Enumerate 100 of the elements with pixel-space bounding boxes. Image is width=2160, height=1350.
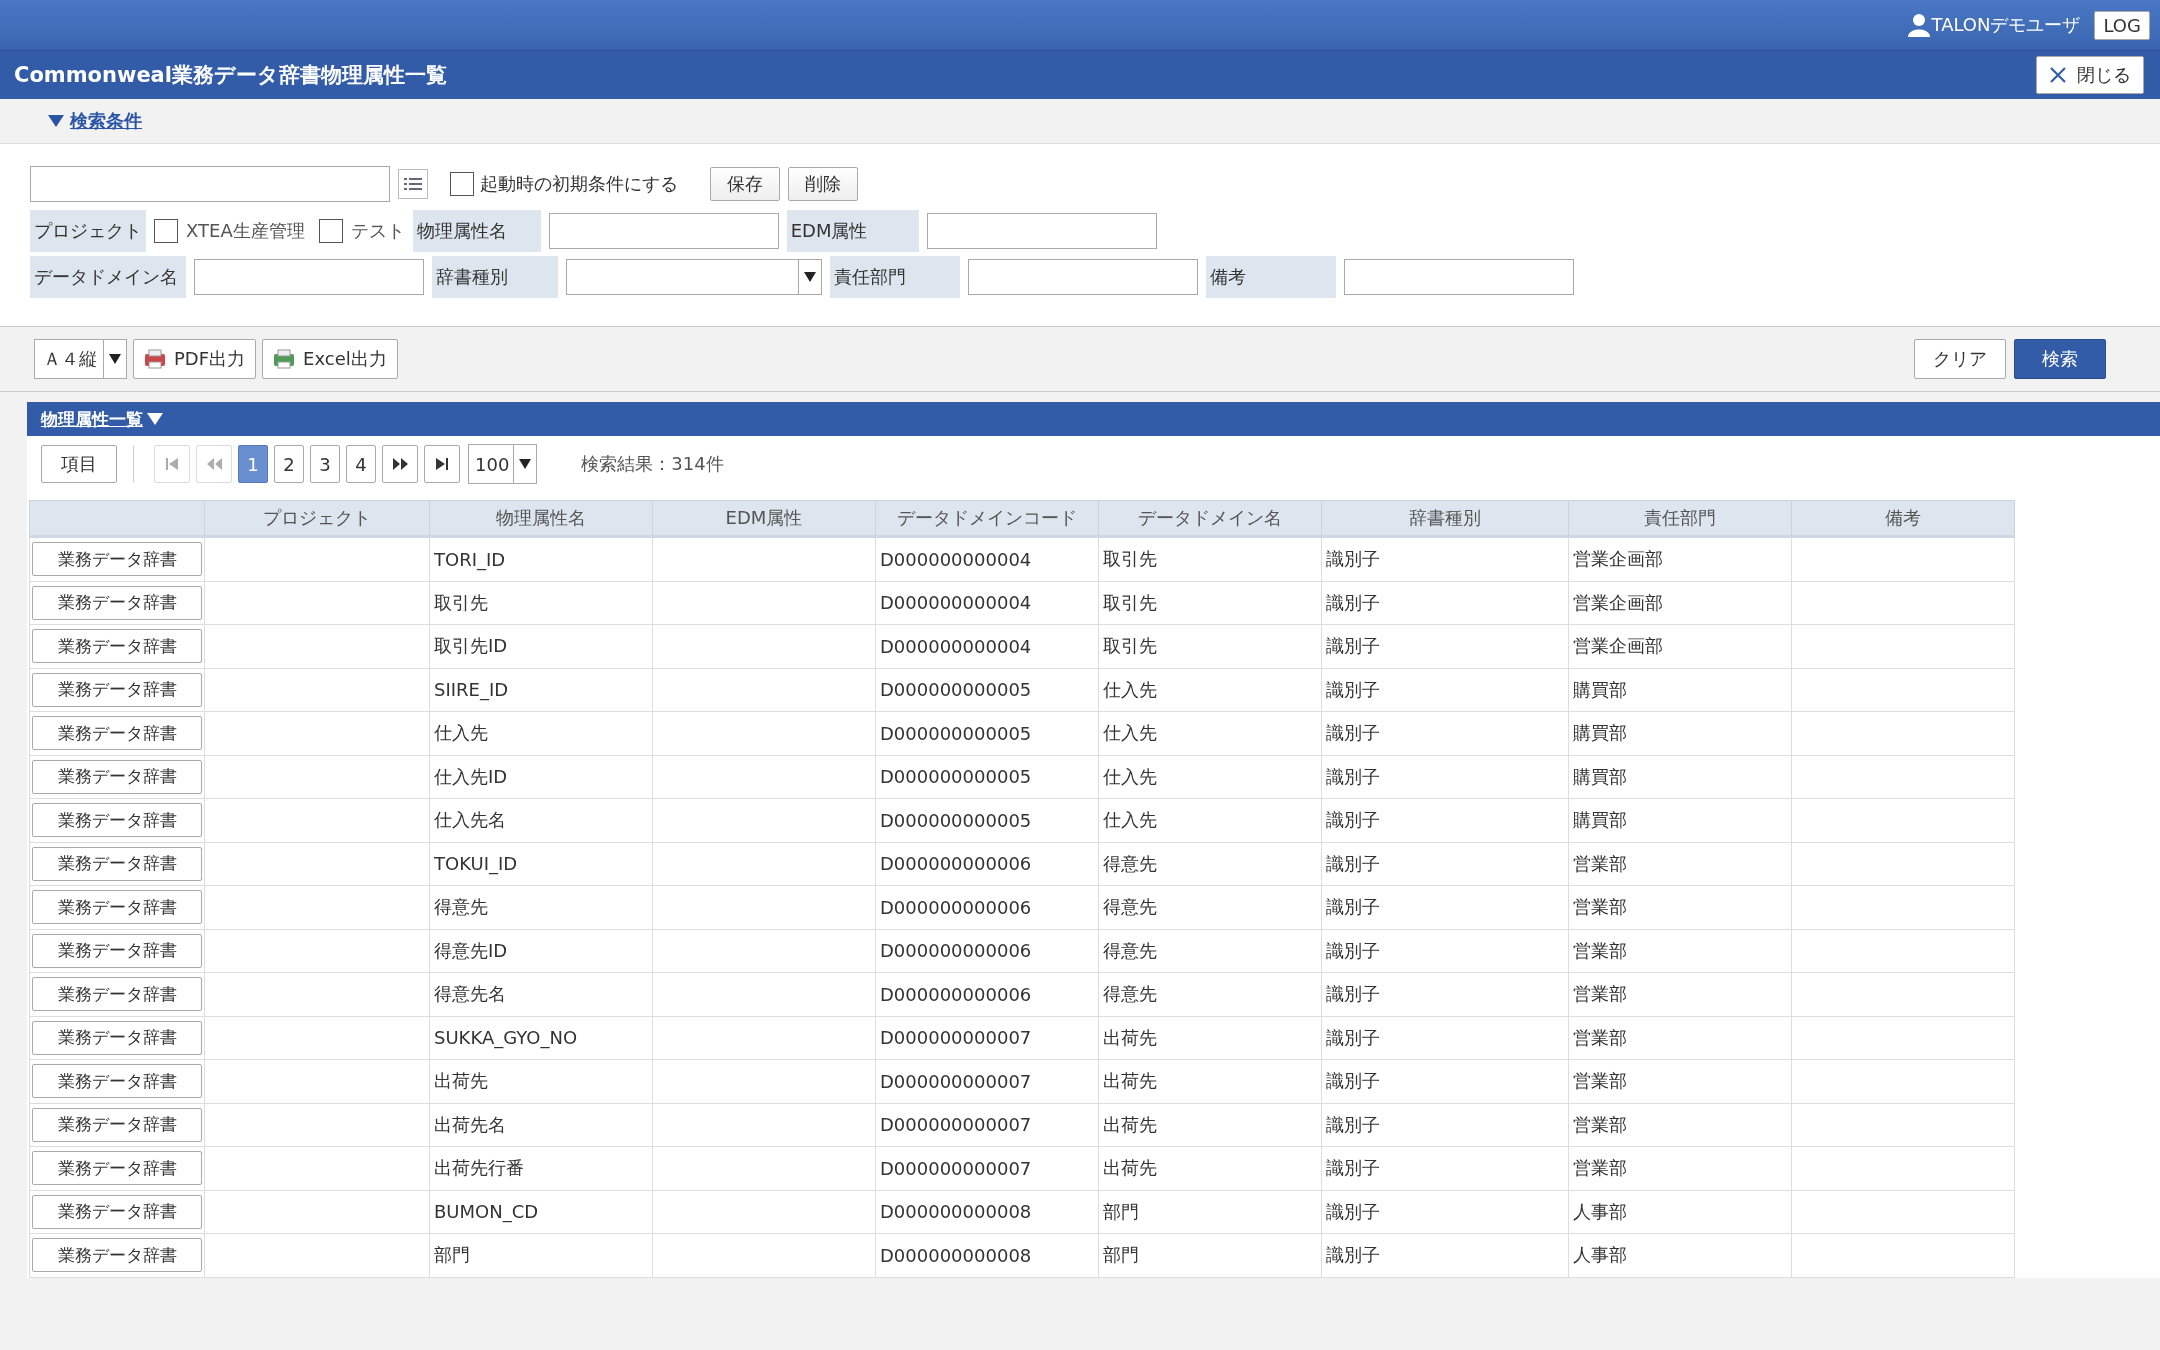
window-title: Commonweal業務データ辞書物理属性一覧 <box>14 62 447 89</box>
table-cell: D000000000007 <box>875 1016 1099 1060</box>
table-cell: 営業部 <box>1568 885 1792 929</box>
text-field[interactable] <box>194 259 424 295</box>
dictionary-button[interactable]: 業務データ辞書 <box>32 542 202 577</box>
text-field[interactable] <box>968 259 1198 295</box>
table-cell: 部門 <box>429 1233 653 1277</box>
first-page-icon <box>164 457 180 471</box>
column-header: プロジェクト <box>204 500 430 537</box>
table-cell: 仕入先 <box>1098 755 1322 799</box>
table-cell: 識別子 <box>1321 972 1569 1016</box>
search-button[interactable]: 検索 <box>2014 339 2106 379</box>
table-cell: 営業部 <box>1568 1016 1792 1060</box>
dictionary-button[interactable]: 業務データ辞書 <box>32 629 202 664</box>
dictionary-button[interactable]: 業務データ辞書 <box>32 585 202 620</box>
dictionary-button[interactable]: 業務データ辞書 <box>32 1151 202 1186</box>
printer-icon <box>273 349 296 369</box>
clear-button[interactable]: クリア <box>1914 339 2006 379</box>
table-cell: 識別子 <box>1321 1059 1569 1103</box>
checkbox[interactable] <box>318 219 343 243</box>
table-cell: TORI_ID <box>429 536 653 581</box>
dictionary-button[interactable]: 業務データ辞書 <box>32 759 202 794</box>
dictionary-button[interactable]: 業務データ辞書 <box>32 672 202 707</box>
table-cell: 仕入先ID <box>429 755 653 799</box>
text-field[interactable] <box>926 213 1157 249</box>
table-cell: 仕入先名 <box>429 798 653 842</box>
dictionary-button[interactable]: 業務データ辞書 <box>32 716 202 751</box>
filter-label: 責任部門 <box>830 256 960 298</box>
filter-label: データドメイン名 <box>30 256 186 298</box>
condition-button[interactable]: 保存 <box>710 167 780 201</box>
pager-button[interactable] <box>424 445 460 483</box>
table-cell: 出荷先 <box>1098 1146 1322 1190</box>
dictionary-button[interactable]: 業務データ辞書 <box>32 1194 202 1229</box>
search-conditions-toggle[interactable]: 検索条件 <box>48 109 142 133</box>
table-cell: 出荷先 <box>1098 1059 1322 1103</box>
checkbox[interactable] <box>154 219 178 243</box>
table-cell: 営業部 <box>1568 972 1792 1016</box>
saved-condition-field[interactable] <box>30 166 390 202</box>
dictionary-button[interactable]: 業務データ辞書 <box>32 890 202 925</box>
dictionary-button[interactable]: 業務データ辞書 <box>32 1238 202 1273</box>
export-button[interactable]: PDF出力 <box>133 339 257 379</box>
table-cell: 出荷先行番 <box>429 1146 653 1190</box>
text-field[interactable] <box>548 213 779 249</box>
dictionary-button[interactable]: 業務データ辞書 <box>32 1107 202 1142</box>
logout-button[interactable]: LOG <box>2094 10 2150 40</box>
table-cell: 識別子 <box>1321 711 1569 755</box>
table-cell: 識別子 <box>1321 842 1569 886</box>
fast-forward-icon <box>392 457 408 471</box>
printer-icon <box>144 349 166 369</box>
page-button[interactable]: 3 <box>310 445 340 483</box>
page-button[interactable]: 4 <box>346 445 376 483</box>
table-cell: 購買部 <box>1568 798 1792 842</box>
column-header: 物理属性名 <box>429 500 653 537</box>
page-button[interactable]: 2 <box>274 445 304 483</box>
filter-label: 辞書種別 <box>432 256 558 298</box>
dictionary-button[interactable]: 業務データ辞書 <box>32 803 202 838</box>
paper-size-dropdown[interactable]: Ａ４縦 <box>34 339 127 379</box>
checkbox[interactable] <box>450 172 474 196</box>
dictionary-button[interactable]: 業務データ辞書 <box>32 1020 202 1055</box>
column-header: データドメインコード <box>875 500 1099 537</box>
dropdown[interactable] <box>566 259 822 295</box>
table-cell: 識別子 <box>1321 1016 1569 1060</box>
dictionary-button[interactable]: 業務データ辞書 <box>32 1064 202 1099</box>
table-cell: SUKKA_GYO_NO <box>429 1016 653 1060</box>
table-cell: D000000000005 <box>875 711 1099 755</box>
table-cell: 仕入先 <box>1098 668 1322 712</box>
dropdown-arrow-icon <box>804 272 816 282</box>
table-cell: 識別子 <box>1321 1233 1569 1277</box>
user-name: TALONデモユーザ <box>1931 13 2081 37</box>
condition-button[interactable]: 削除 <box>788 167 858 201</box>
table-cell: 購買部 <box>1568 755 1792 799</box>
table-cell: 仕入先 <box>429 711 653 755</box>
page-size-dropdown[interactable]: 100 <box>468 444 538 484</box>
text-field[interactable] <box>1344 259 1574 295</box>
list-button[interactable] <box>398 169 428 199</box>
table-cell: D000000000006 <box>875 972 1099 1016</box>
table-cell: 営業部 <box>1568 842 1792 886</box>
table-cell: D000000000004 <box>875 624 1099 668</box>
table-cell: 識別子 <box>1321 929 1569 973</box>
pager-button[interactable] <box>382 445 418 483</box>
table-cell: 識別子 <box>1321 1190 1569 1234</box>
table-cell: 営業部 <box>1568 1059 1792 1103</box>
close-button[interactable]: 閉じる <box>2036 56 2144 94</box>
export-button[interactable]: Excel出力 <box>262 339 398 379</box>
column-header: EDM属性 <box>652 500 876 537</box>
table-cell: 識別子 <box>1321 798 1569 842</box>
table-cell: D000000000006 <box>875 885 1099 929</box>
table-cell: 出荷先 <box>1098 1016 1322 1060</box>
dictionary-button[interactable]: 業務データ辞書 <box>32 977 202 1012</box>
result-count: 検索結果：314件 <box>581 452 724 476</box>
section-toggle[interactable]: 物理属性一覧 <box>41 407 163 431</box>
table-cell: D000000000004 <box>875 581 1099 625</box>
table-cell: 識別子 <box>1321 536 1569 581</box>
dictionary-button[interactable]: 業務データ辞書 <box>32 846 202 881</box>
dictionary-button[interactable]: 業務データ辞書 <box>32 933 202 968</box>
table-cell: D000000000005 <box>875 755 1099 799</box>
columns-button[interactable]: 項目 <box>41 445 117 483</box>
filter-label: 備考 <box>1206 256 1336 298</box>
table-cell: D000000000008 <box>875 1190 1099 1234</box>
table-cell: 営業部 <box>1568 1146 1792 1190</box>
